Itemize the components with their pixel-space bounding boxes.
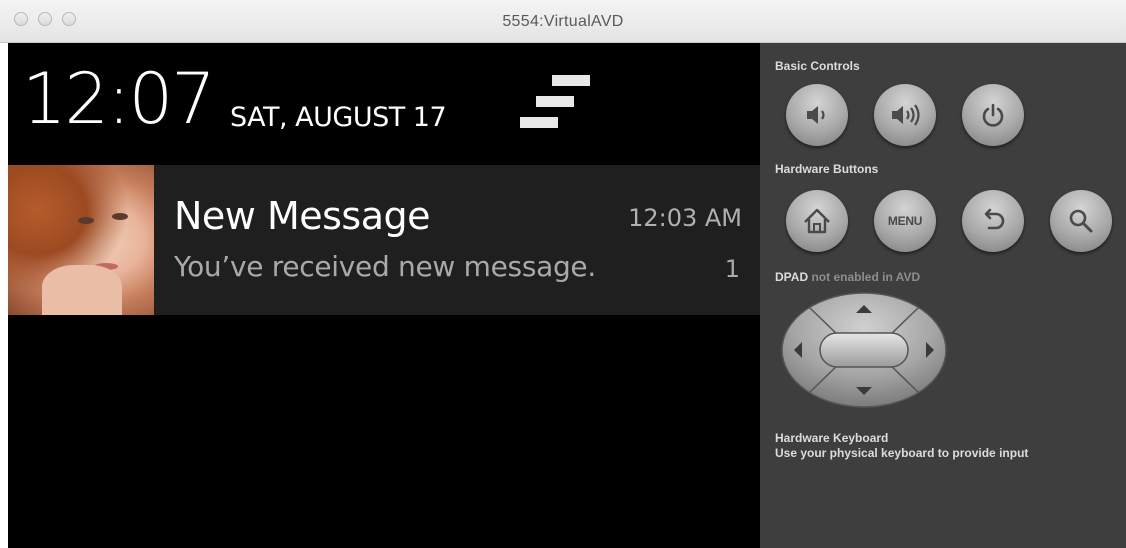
power-icon <box>982 103 1004 127</box>
notification-title: New Message <box>174 194 431 238</box>
volume-down-icon <box>807 106 825 124</box>
clock: 12:07 <box>22 58 216 140</box>
window-title-bar: 5554:VirtualAVD <box>0 0 1126 43</box>
volume-down-button[interactable] <box>786 84 848 146</box>
search-button[interactable] <box>1050 190 1112 252</box>
basic-controls-label: Basic Controls <box>775 59 860 73</box>
hardware-buttons-label: Hardware Buttons <box>775 162 879 176</box>
dpad-status-label: DPAD not enabled in AVD <box>775 269 920 285</box>
volume-up-icon <box>892 104 920 126</box>
device-screen[interactable]: 12:07 SAT, AUGUST 17 New Message 12:03 A… <box>8 43 760 548</box>
notification-header: 12:07 SAT, AUGUST 17 <box>8 43 760 165</box>
dpad-status-text: not enabled in AVD <box>808 270 921 284</box>
window-title: 5554:VirtualAVD <box>502 13 624 30</box>
search-icon <box>1069 209 1093 233</box>
hardware-keyboard-title: Hardware Keyboard <box>775 431 889 445</box>
notification-count: 1 <box>724 255 740 283</box>
volume-up-button[interactable] <box>874 84 936 146</box>
back-button[interactable] <box>962 190 1024 252</box>
quick-settings-icon[interactable] <box>520 75 592 129</box>
contact-avatar <box>8 165 154 315</box>
date: SAT, AUGUST 17 <box>230 102 447 133</box>
dpad-label: DPAD <box>775 270 809 284</box>
notification-time: 12:03 AM <box>628 204 742 232</box>
menu-button[interactable]: MENU <box>874 190 936 252</box>
hardware-keyboard-desc: Use your physical keyboard to provide in… <box>775 446 1029 460</box>
menu-button-label: MENU <box>887 214 923 228</box>
notification-body: You’ve received new message. <box>174 250 596 283</box>
emulator-controls-panel: Basic Controls Hardware Buttons MENU DPA… <box>760 43 1126 548</box>
back-icon <box>984 208 1005 230</box>
home-button[interactable] <box>786 190 848 252</box>
notification-item[interactable]: New Message 12:03 AM You’ve received new… <box>8 165 760 315</box>
hardware-keyboard-info: Hardware Keyboard Use your physical keyb… <box>775 431 1028 461</box>
dpad <box>781 292 947 408</box>
power-button[interactable] <box>962 84 1024 146</box>
home-icon <box>804 208 830 234</box>
